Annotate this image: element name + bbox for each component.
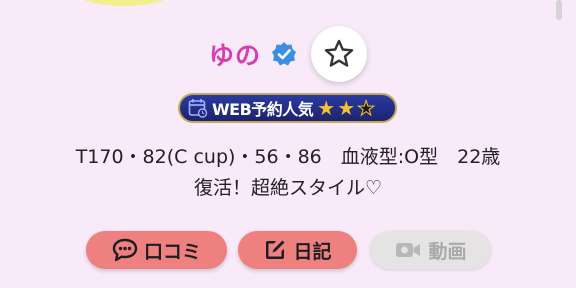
verified-check-icon xyxy=(271,41,297,67)
popularity-rating: ★ ★ ★ xyxy=(317,96,377,120)
name-row: ゆの xyxy=(0,26,576,82)
profile-card: ゆの WEB予約人気 ★ ★ ★ T170・82(C cup)・56・86 血液… xyxy=(0,0,576,288)
reviews-button[interactable]: 口コミ xyxy=(86,231,227,269)
decorative-blob xyxy=(64,0,184,6)
diary-button[interactable]: 日記 xyxy=(238,231,357,269)
calendar-clock-icon xyxy=(188,99,208,118)
video-button[interactable]: 動画 xyxy=(370,231,491,269)
rating-star-filled-icon: ★ xyxy=(317,96,336,120)
speech-bubble-icon xyxy=(112,238,138,262)
rating-star-empty-icon: ★ xyxy=(357,96,376,120)
profile-catchphrase: 復活！超絶スタイル♡ xyxy=(193,177,383,199)
web-reservation-popularity-badge: WEB予約人気 ★ ★ ★ xyxy=(178,93,397,123)
profile-name: ゆの xyxy=(208,41,261,70)
video-label: 動画 xyxy=(428,240,467,263)
profile-stats: T170・82(C cup)・56・86 血液型:O型 22歳 xyxy=(75,146,501,168)
diary-label: 日記 xyxy=(293,240,332,263)
badge-label: WEB予約人気 xyxy=(212,100,314,119)
reviews-label: 口コミ xyxy=(143,240,201,263)
star-outline-icon xyxy=(324,39,354,67)
edit-icon xyxy=(266,240,285,259)
favorite-button[interactable] xyxy=(311,26,367,82)
video-camera-icon xyxy=(396,243,421,257)
scroll-indicator xyxy=(556,0,562,20)
rating-star-filled-icon: ★ xyxy=(337,96,356,120)
